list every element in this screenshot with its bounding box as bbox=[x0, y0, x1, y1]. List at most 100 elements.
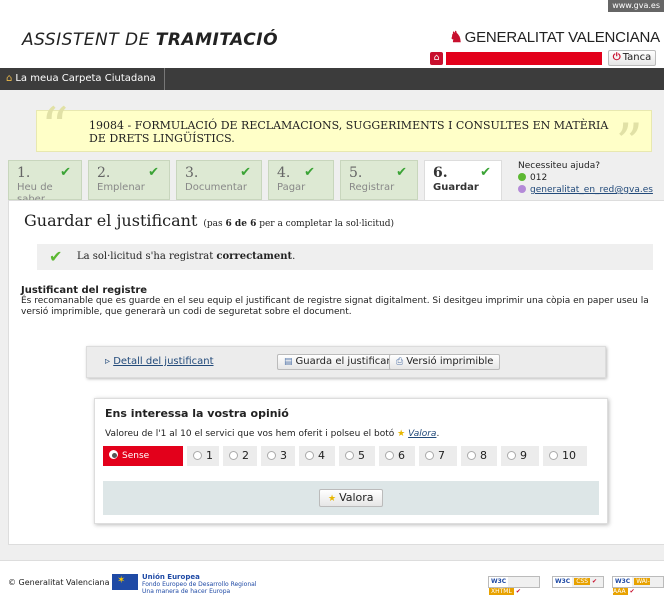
check-icon: ✔ bbox=[49, 247, 63, 266]
success-suffix: . bbox=[292, 251, 296, 262]
rating-label: 4 bbox=[318, 449, 325, 462]
valora-link[interactable]: Valora bbox=[408, 429, 436, 439]
rating-option-5[interactable]: 5 bbox=[339, 446, 375, 466]
feedback-prompt-suffix: . bbox=[436, 429, 440, 439]
check-icon: ✔ bbox=[240, 165, 251, 180]
check-icon: ✔ bbox=[592, 578, 598, 585]
rating-option-6[interactable]: 6 bbox=[379, 446, 415, 466]
feedback-title: Ens interessa la vostra opinió bbox=[105, 407, 289, 420]
radio-icon bbox=[267, 451, 276, 460]
power-icon: ⏻ bbox=[612, 52, 621, 63]
check-icon: ✔ bbox=[304, 165, 315, 180]
eu-title: Unión Europea bbox=[142, 573, 200, 581]
success-text: La sol·licitud s'ha registrat correctame… bbox=[77, 251, 295, 262]
radio-icon bbox=[193, 451, 202, 460]
rating-label: 5 bbox=[358, 449, 365, 462]
radio-icon bbox=[507, 451, 516, 460]
step-label: Pagar bbox=[277, 182, 306, 193]
feedback-prompt-text: Valoreu de l'1 al 10 el servici que vos … bbox=[105, 429, 398, 439]
detail-link-text[interactable]: Detall del justificant bbox=[113, 356, 213, 367]
rating-option-9[interactable]: 9 bbox=[501, 446, 539, 466]
check-icon: ✔ bbox=[629, 588, 635, 595]
rating-option-4[interactable]: 4 bbox=[299, 446, 335, 466]
receipt-actions-panel: ▹ Detall del justificant ▤ Guarda el just… bbox=[86, 346, 606, 378]
save-receipt-label: Guarda el justificant bbox=[295, 356, 397, 367]
rating-option-none[interactable]: Sense valorar bbox=[103, 446, 183, 481]
printable-version-label: Versió imprimible bbox=[406, 356, 494, 367]
nav-item-label: La meua Carpeta Ciutadana bbox=[15, 73, 156, 84]
step-label: Guardar bbox=[433, 182, 479, 193]
copyright: © Generalitat Valenciana bbox=[8, 578, 110, 587]
radio-icon bbox=[467, 451, 476, 460]
radio-icon bbox=[345, 451, 354, 460]
rating-label: 7 bbox=[438, 449, 445, 462]
generalitat-logo[interactable]: ♞ GENERALITAT VALENCIANA bbox=[449, 28, 660, 46]
help-email-link[interactable]: generalitat_en_red@gva.es bbox=[530, 185, 653, 195]
print-icon: ⎙ bbox=[396, 357, 404, 367]
help-box: Necessiteu ajuda? 012 generalitat_en_red… bbox=[518, 160, 658, 196]
app-title-prefix: ASSISTENT DE bbox=[22, 30, 156, 50]
rating-option-2[interactable]: 2 bbox=[223, 446, 257, 466]
rating-option-1[interactable]: 1 bbox=[187, 446, 219, 466]
radio-icon bbox=[385, 451, 394, 460]
section-text: És recomanable que es guarde en el seu e… bbox=[21, 296, 649, 317]
step-1[interactable]: 1. Heu de saber ✔ bbox=[8, 160, 82, 205]
open-quote-icon: “ bbox=[41, 96, 69, 159]
pas-bold: 6 de 6 bbox=[225, 219, 257, 229]
radio-icon bbox=[305, 451, 314, 460]
radio-icon bbox=[425, 451, 434, 460]
floppy-icon: ▤ bbox=[284, 357, 293, 367]
badge-prefix: W3C bbox=[613, 577, 633, 587]
submit-rating-button[interactable]: ★ Valora bbox=[319, 489, 383, 507]
feedback-prompt: Valoreu de l'1 al 10 el servici que vos … bbox=[105, 429, 439, 439]
help-phone-number: 012 bbox=[530, 173, 548, 183]
home-icon: ⌂ bbox=[6, 73, 13, 84]
step-2[interactable]: 2. Emplenar ✔ bbox=[88, 160, 170, 200]
success-bold: correctament bbox=[216, 251, 293, 262]
check-icon: ✔ bbox=[148, 165, 159, 180]
app-title-bold: TRAMITACIÓ bbox=[155, 30, 279, 50]
radio-icon bbox=[229, 451, 238, 460]
user-icon: ⌂ bbox=[430, 52, 443, 65]
w3c-wai-badge[interactable]: W3C WAI-AAA ✔ bbox=[612, 576, 664, 595]
rating-option-10[interactable]: 10 bbox=[543, 446, 587, 466]
badge-label: CSS bbox=[574, 578, 591, 585]
help-phone: 012 bbox=[518, 172, 658, 184]
badge-prefix: W3C bbox=[553, 577, 573, 587]
pas-suffix: per a completar la sol·licitud) bbox=[256, 219, 395, 229]
step-6[interactable]: 6. Guardar ✔ bbox=[424, 160, 502, 202]
rating-label: 2 bbox=[242, 449, 249, 462]
help-email: generalitat_en_red@gva.es bbox=[518, 184, 658, 196]
feedback-panel: Ens interessa la vostra opinió Valoreu d… bbox=[94, 398, 608, 524]
nav-item-carpeta[interactable]: ⌂ La meua Carpeta Ciutadana bbox=[0, 68, 165, 90]
w3c-xhtml-badge[interactable]: W3CXHTML ✔ bbox=[488, 576, 540, 595]
page-heading: Guardar el justificant bbox=[24, 211, 198, 230]
rating-option-3[interactable]: 3 bbox=[261, 446, 295, 466]
logout-button[interactable]: ⏻ Tanca bbox=[608, 50, 656, 66]
save-receipt-button[interactable]: ▤ Guarda el justificant bbox=[277, 354, 404, 370]
rating-label: 9 bbox=[520, 449, 527, 462]
step-4[interactable]: 4. Pagar ✔ bbox=[268, 160, 334, 200]
email-icon bbox=[518, 185, 526, 193]
check-icon: ✔ bbox=[60, 165, 71, 180]
gva-url-link[interactable]: www.gva.es bbox=[608, 0, 664, 12]
star-icon: ★ bbox=[397, 429, 409, 439]
detail-link[interactable]: ▹ Detall del justificant bbox=[105, 356, 214, 367]
rating-option-8[interactable]: 8 bbox=[461, 446, 497, 466]
w3c-css-badge[interactable]: W3C CSS ✔ bbox=[552, 576, 604, 588]
rating-option-7[interactable]: 7 bbox=[419, 446, 457, 466]
eu-line-1: Fondo Europeo de Desarrollo Regional bbox=[142, 581, 257, 588]
printable-version-button[interactable]: ⎙ Versió imprimible bbox=[389, 354, 501, 370]
footer: © Generalitat Valenciana ✶ Unión Europea… bbox=[0, 560, 664, 595]
success-prefix: La sol·licitud s'ha registrat bbox=[77, 251, 217, 262]
success-message: ✔ La sol·licitud s'ha registrat correcta… bbox=[37, 244, 653, 270]
check-icon: ✔ bbox=[480, 165, 491, 180]
step-3[interactable]: 3. Documentar ✔ bbox=[176, 160, 262, 200]
top-strip: www.gva.es bbox=[0, 0, 664, 12]
badge-prefix: W3C bbox=[489, 577, 509, 587]
bat-icon: ♞ bbox=[449, 29, 463, 46]
procedure-title: 19084 - FORMULACIÓ DE RECLAMACIONS, SUGG… bbox=[89, 119, 609, 145]
procedure-title-box: “ 19084 - FORMULACIÓ DE RECLAMACIONS, SU… bbox=[36, 101, 652, 171]
submit-rating-label: Valora bbox=[339, 491, 374, 504]
step-5[interactable]: 5. Registrar ✔ bbox=[340, 160, 418, 200]
